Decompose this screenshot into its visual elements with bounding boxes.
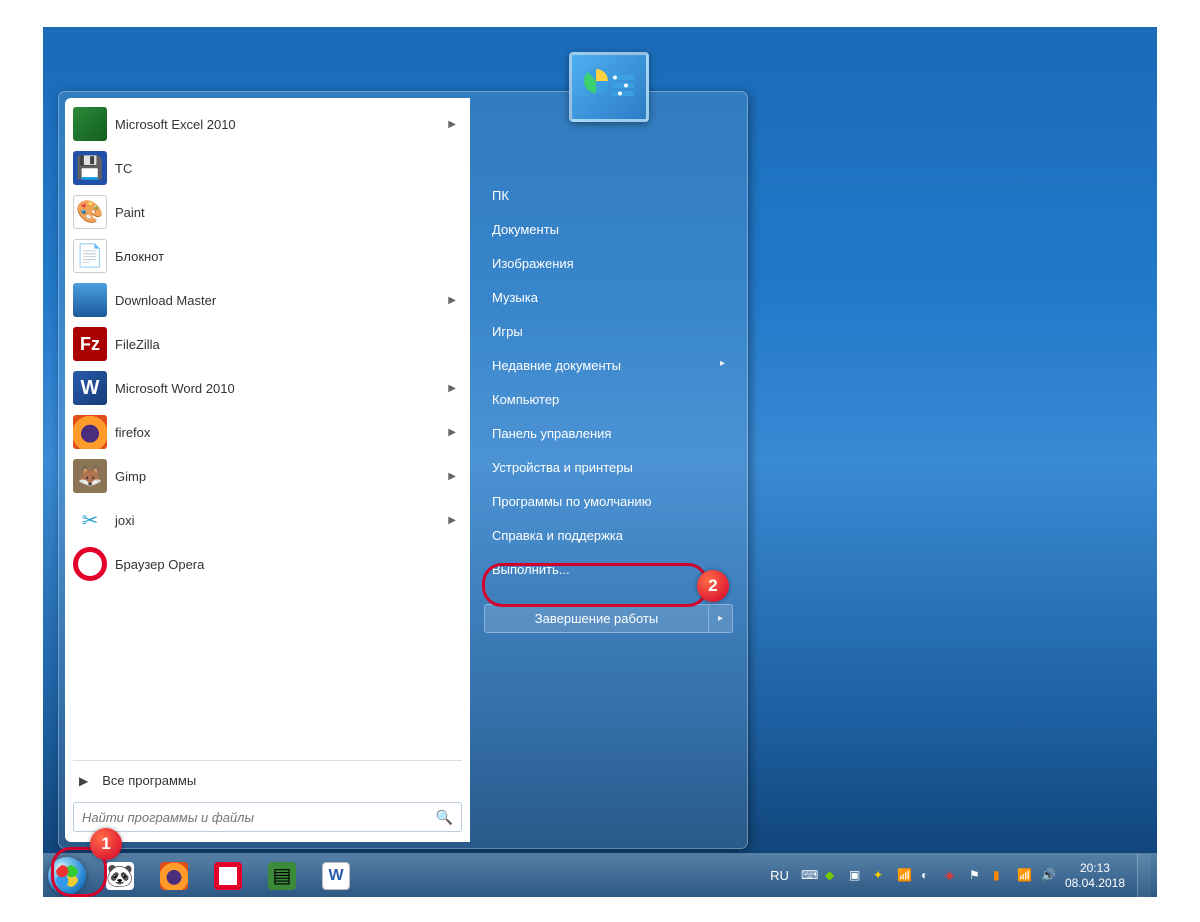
clock-date: 08.04.2018 bbox=[1065, 876, 1125, 890]
start-right-item[interactable]: Выполнить... bbox=[478, 553, 739, 586]
program-icon bbox=[73, 503, 107, 537]
taskbar-app-icon: W bbox=[322, 862, 350, 890]
program-label: TC bbox=[115, 161, 462, 176]
user-picture-control-panel-icon bbox=[569, 52, 649, 122]
program-icon bbox=[73, 547, 107, 581]
search-icon[interactable]: 🔍 bbox=[436, 809, 453, 826]
start-right-item[interactable]: Изображения bbox=[478, 247, 739, 280]
tray-icon[interactable]: ✦ bbox=[873, 868, 889, 884]
program-icon bbox=[73, 239, 107, 273]
start-right-item[interactable]: Компьютер bbox=[478, 383, 739, 416]
program-item[interactable]: FileZilla bbox=[67, 322, 468, 366]
submenu-arrow-icon: ▶ bbox=[448, 427, 456, 438]
submenu-arrow-icon: ▶ bbox=[448, 515, 456, 526]
taskbar-button[interactable] bbox=[257, 858, 307, 894]
shutdown-row: Завершение работы ▸ bbox=[484, 604, 733, 633]
start-button[interactable] bbox=[43, 854, 91, 898]
taskbar-pinned: W bbox=[91, 858, 365, 894]
divider bbox=[73, 760, 462, 761]
all-programs[interactable]: ▶ Все программы bbox=[65, 765, 470, 796]
search-input[interactable] bbox=[82, 810, 436, 825]
program-item[interactable]: Microsoft Excel 2010▶ bbox=[67, 102, 468, 146]
taskbar-app-icon bbox=[160, 862, 188, 890]
start-right-item[interactable]: Игры bbox=[478, 315, 739, 348]
taskbar-app-icon bbox=[214, 862, 242, 890]
all-programs-label: Все программы bbox=[102, 773, 196, 788]
taskbar: W RU ⌨ ◆ ▣ ✦ 📶 ◐ ◈ ⚑ ▮ 📶 🔊 20:13 08.04.2… bbox=[43, 853, 1157, 897]
start-right-item[interactable]: Панель управления bbox=[478, 417, 739, 450]
clock[interactable]: 20:13 08.04.2018 bbox=[1065, 861, 1129, 890]
action-center-icon[interactable]: ⚑ bbox=[969, 868, 985, 884]
taskbar-app-icon bbox=[268, 862, 296, 890]
program-label: Download Master bbox=[115, 293, 448, 308]
tray-icon[interactable]: ◐ bbox=[921, 868, 937, 884]
shutdown-options-button[interactable]: ▸ bbox=[709, 604, 733, 633]
windows-orb-icon bbox=[48, 857, 86, 895]
program-icon bbox=[73, 283, 107, 317]
start-right-item[interactable]: ПК bbox=[478, 179, 739, 212]
submenu-arrow-icon: ▶ bbox=[448, 471, 456, 482]
program-item[interactable]: Gimp▶ bbox=[67, 454, 468, 498]
taskbar-button[interactable]: W bbox=[311, 858, 361, 894]
program-label: Microsoft Word 2010 bbox=[115, 381, 448, 396]
program-item[interactable]: joxi▶ bbox=[67, 498, 468, 542]
program-icon bbox=[73, 371, 107, 405]
tray-icon[interactable]: ◆ bbox=[825, 868, 841, 884]
start-right-item[interactable]: Документы bbox=[478, 213, 739, 246]
taskbar-app-icon bbox=[106, 862, 134, 890]
start-right-item[interactable]: Устройства и принтеры bbox=[478, 451, 739, 484]
clock-time: 20:13 bbox=[1065, 861, 1125, 875]
keyboard-icon[interactable]: ⌨ bbox=[801, 868, 817, 884]
shutdown-button[interactable]: Завершение работы bbox=[484, 604, 709, 633]
program-item[interactable]: TC bbox=[67, 146, 468, 190]
taskbar-button[interactable] bbox=[95, 858, 145, 894]
start-right-item[interactable]: Справка и поддержка bbox=[478, 519, 739, 552]
start-right-item[interactable]: Программы по умолчанию bbox=[478, 485, 739, 518]
program-item[interactable]: Браузер Opera bbox=[67, 542, 468, 586]
search-box[interactable]: 🔍 bbox=[73, 802, 462, 832]
program-label: Microsoft Excel 2010 bbox=[115, 117, 448, 132]
tray-icon[interactable]: ▮ bbox=[993, 868, 1009, 884]
tray-icon[interactable]: ▣ bbox=[849, 868, 865, 884]
program-label: FileZilla bbox=[115, 337, 462, 352]
start-right-column: ПКДокументыИзображенияМузыкаИгрыНедавние… bbox=[470, 92, 747, 848]
show-desktop-button[interactable] bbox=[1137, 854, 1151, 898]
submenu-arrow-icon: ▶ bbox=[448, 119, 456, 130]
start-right-item[interactable]: Недавние документы bbox=[478, 349, 739, 382]
program-label: Paint bbox=[115, 205, 462, 220]
taskbar-button[interactable] bbox=[203, 858, 253, 894]
program-label: Браузер Opera bbox=[115, 557, 462, 572]
program-icon bbox=[73, 107, 107, 141]
network-icon[interactable]: 📶 bbox=[1017, 868, 1033, 884]
program-list: Microsoft Excel 2010▶TCPaintБлокнотDownl… bbox=[65, 98, 470, 756]
program-item[interactable]: Paint bbox=[67, 190, 468, 234]
program-item[interactable]: Блокнот bbox=[67, 234, 468, 278]
program-label: Блокнот bbox=[115, 249, 462, 264]
program-item[interactable]: Download Master▶ bbox=[67, 278, 468, 322]
program-label: Gimp bbox=[115, 469, 448, 484]
program-item[interactable]: Microsoft Word 2010▶ bbox=[67, 366, 468, 410]
start-left-column: Microsoft Excel 2010▶TCPaintБлокнотDownl… bbox=[65, 98, 470, 842]
program-icon bbox=[73, 459, 107, 493]
system-tray: RU ⌨ ◆ ▣ ✦ 📶 ◐ ◈ ⚑ ▮ 📶 🔊 20:13 08.04.201… bbox=[766, 854, 1157, 898]
program-icon bbox=[73, 415, 107, 449]
desktop: Microsoft Excel 2010▶TCPaintБлокнотDownl… bbox=[43, 27, 1157, 897]
program-item[interactable]: firefox▶ bbox=[67, 410, 468, 454]
language-indicator[interactable]: RU bbox=[766, 868, 793, 883]
tray-icon[interactable]: ◈ bbox=[945, 868, 961, 884]
program-icon bbox=[73, 195, 107, 229]
network-icon[interactable]: 📶 bbox=[897, 868, 913, 884]
program-label: joxi bbox=[115, 513, 448, 528]
start-menu: Microsoft Excel 2010▶TCPaintБлокнотDownl… bbox=[58, 91, 748, 849]
submenu-arrow-icon: ▶ bbox=[448, 295, 456, 306]
start-right-item[interactable]: Музыка bbox=[478, 281, 739, 314]
arrow-right-icon: ▶ bbox=[79, 774, 88, 788]
program-icon bbox=[73, 327, 107, 361]
taskbar-button[interactable] bbox=[149, 858, 199, 894]
submenu-arrow-icon: ▶ bbox=[448, 383, 456, 394]
program-icon bbox=[73, 151, 107, 185]
program-label: firefox bbox=[115, 425, 448, 440]
volume-icon[interactable]: 🔊 bbox=[1041, 868, 1057, 884]
